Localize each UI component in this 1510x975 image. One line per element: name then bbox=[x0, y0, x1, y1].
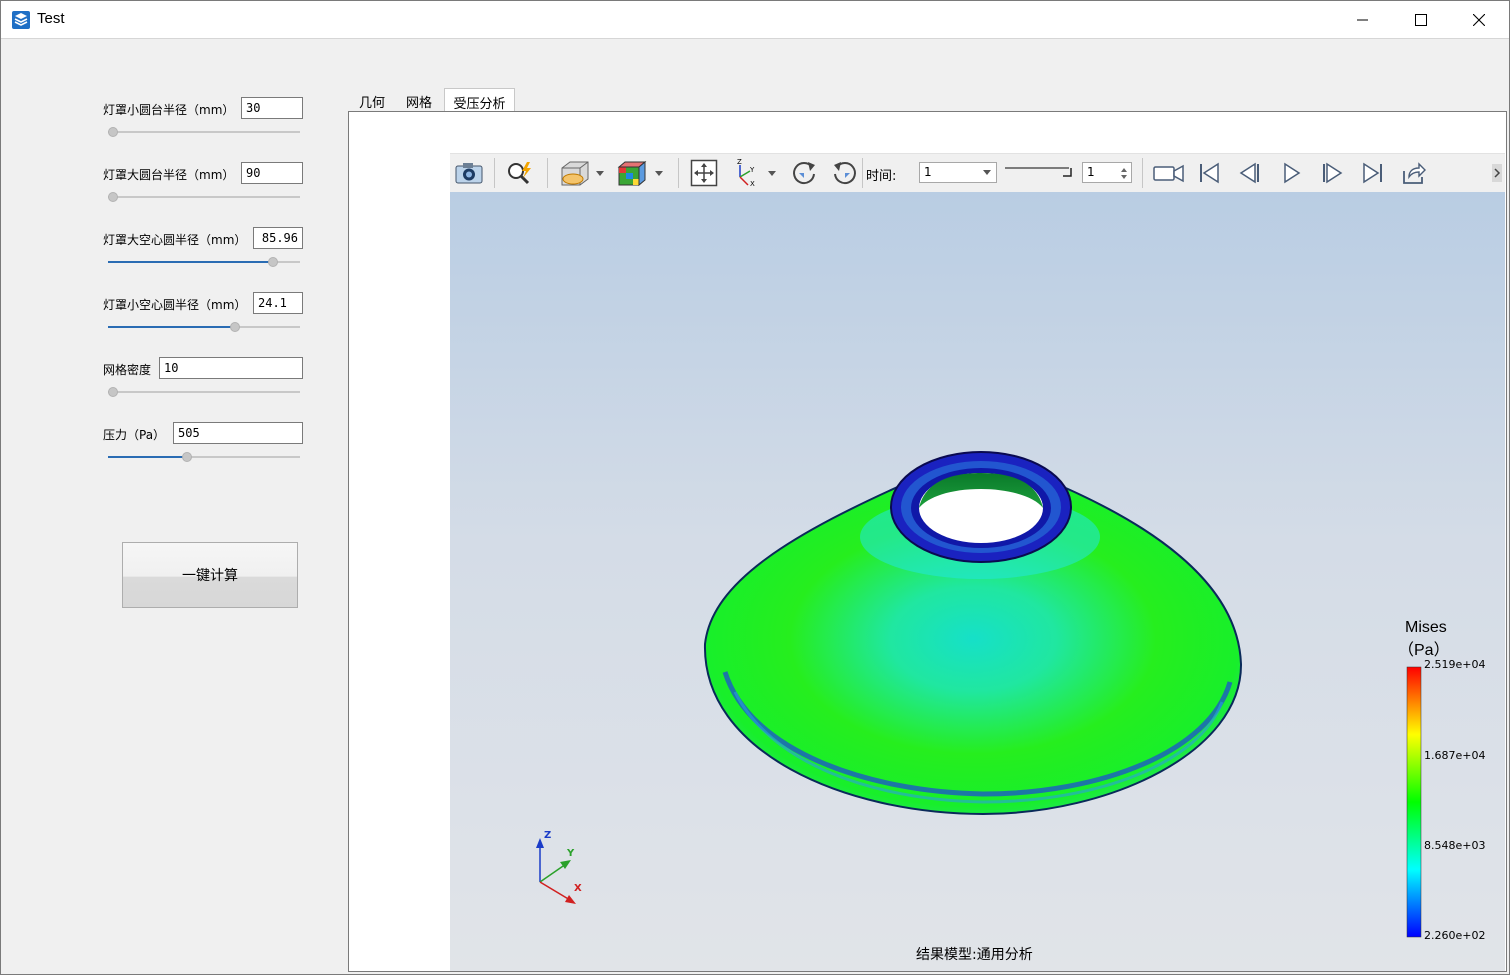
chevron-down-icon bbox=[983, 170, 991, 175]
play-icon bbox=[1284, 162, 1301, 184]
small-hollow-radius-label: 灯罩小空心圆半径（mm） bbox=[103, 298, 247, 312]
time-slider[interactable] bbox=[1005, 166, 1075, 178]
tab-geometry[interactable]: 几何 bbox=[352, 88, 392, 111]
display-mode-dropdown[interactable] bbox=[615, 159, 667, 187]
mesh-density-slider[interactable] bbox=[108, 387, 300, 397]
app-icon bbox=[12, 11, 30, 29]
tab-mesh[interactable]: 网格 bbox=[398, 88, 440, 111]
small-hollow-radius-slider[interactable] bbox=[108, 322, 300, 332]
pressure-slider[interactable] bbox=[108, 452, 300, 462]
maximize-icon bbox=[1415, 13, 1427, 26]
clip-plane-dropdown[interactable] bbox=[556, 159, 608, 187]
small-frustum-radius-input[interactable]: 30 bbox=[241, 97, 303, 119]
rotate-cw-icon bbox=[793, 162, 815, 185]
small-frustum-radius-slider[interactable] bbox=[108, 127, 300, 137]
last-frame-button[interactable] bbox=[1357, 159, 1389, 187]
small-frustum-radius-label: 灯罩小圆台半径（mm） bbox=[103, 103, 235, 117]
one-click-calculate-button[interactable]: 一键计算 bbox=[122, 542, 298, 608]
play-button[interactable] bbox=[1275, 159, 1307, 187]
result-model-label: 结果模型:通用分析 bbox=[916, 947, 1033, 963]
pressure-label: 压力（Pa） bbox=[103, 428, 166, 442]
maximize-button[interactable] bbox=[1392, 1, 1450, 38]
svg-text:Y: Y bbox=[749, 166, 755, 174]
chevron-right-icon bbox=[1492, 164, 1502, 182]
large-frustum-radius-slider[interactable] bbox=[108, 192, 300, 202]
svg-text:X: X bbox=[750, 180, 755, 187]
fit-view-icon bbox=[690, 159, 718, 187]
spin-down-icon[interactable] bbox=[1121, 175, 1127, 179]
first-frame-icon bbox=[1200, 162, 1219, 184]
previous-frame-button[interactable] bbox=[1234, 159, 1266, 187]
rotate-cw-button[interactable] bbox=[788, 159, 820, 187]
axis-view-dropdown[interactable]: ZYX bbox=[730, 159, 780, 187]
pressure-input[interactable]: 505 bbox=[173, 422, 303, 444]
query-icon bbox=[508, 162, 531, 185]
step-spinbox[interactable]: 1 bbox=[1082, 162, 1132, 183]
time-label: 时间: bbox=[866, 169, 897, 184]
query-button[interactable] bbox=[504, 159, 536, 187]
next-frame-icon bbox=[1323, 162, 1343, 184]
title-bar: Test bbox=[1, 1, 1509, 39]
step-spinbox-value: 1 bbox=[1087, 165, 1095, 179]
first-frame-button[interactable] bbox=[1193, 159, 1225, 187]
legend-mid-low-label: 8.548e+03 bbox=[1424, 839, 1486, 852]
large-frustum-radius-input[interactable]: 90 bbox=[241, 162, 303, 184]
axis-y-label: Y bbox=[567, 848, 575, 859]
minimize-icon bbox=[1357, 19, 1368, 20]
spin-up-icon[interactable] bbox=[1121, 168, 1127, 172]
axis-z-label: Z bbox=[544, 830, 552, 841]
svg-text:Z: Z bbox=[737, 159, 742, 166]
axis-view-icon: ZYX bbox=[737, 159, 776, 187]
toolbar-overflow-button[interactable] bbox=[1490, 159, 1504, 187]
lampshade-stress-model bbox=[536, 451, 1422, 938]
large-hollow-radius-slider[interactable] bbox=[108, 257, 300, 267]
rotate-ccw-icon bbox=[834, 162, 856, 185]
legend-mid-high-label: 1.687e+04 bbox=[1424, 749, 1486, 762]
rotate-ccw-button[interactable] bbox=[829, 159, 861, 187]
legend-min-label: 2.260e+02 bbox=[1424, 929, 1486, 942]
previous-frame-icon bbox=[1239, 162, 1259, 184]
tab-pressure-analysis[interactable]: 受压分析 bbox=[444, 88, 515, 112]
small-hollow-radius-input[interactable]: 24.1 bbox=[253, 292, 303, 314]
app-window: Test 灯罩小圆台半径（mm） 30 灯罩大圆台半径（mm） 90 灯罩大空心… bbox=[0, 0, 1510, 975]
fit-view-button[interactable] bbox=[688, 159, 720, 187]
minimize-button[interactable] bbox=[1334, 1, 1392, 38]
large-hollow-radius-label: 灯罩大空心圆半径（mm） bbox=[103, 233, 247, 247]
mesh-density-label: 网格密度 bbox=[103, 363, 152, 377]
3d-viewport[interactable]: Mises （Pa） 2.519e+04 1.687e+04 8.548e+03… bbox=[450, 192, 1505, 971]
close-button[interactable] bbox=[1450, 1, 1508, 38]
time-select[interactable]: 1 bbox=[919, 162, 997, 183]
display-mode-icon bbox=[617, 160, 663, 187]
legend-max-label: 2.519e+04 bbox=[1424, 658, 1486, 671]
axis-x-label: X bbox=[574, 883, 582, 894]
legend-color-bar bbox=[1406, 666, 1422, 938]
last-frame-icon bbox=[1363, 162, 1382, 184]
next-frame-button[interactable] bbox=[1316, 159, 1348, 187]
close-icon bbox=[1473, 13, 1485, 26]
record-video-icon bbox=[1153, 164, 1184, 183]
camera-icon bbox=[455, 163, 483, 184]
mesh-density-input[interactable]: 10 bbox=[159, 357, 303, 379]
large-hollow-radius-input[interactable]: 85.96 bbox=[253, 227, 303, 249]
large-frustum-radius-label: 灯罩大圆台半径（mm） bbox=[103, 168, 235, 182]
legend-title: Mises bbox=[1405, 619, 1447, 636]
export-button[interactable] bbox=[1398, 159, 1430, 187]
window-title: Test bbox=[37, 10, 65, 27]
clip-plane-icon bbox=[561, 161, 604, 186]
viewer-toolbar: ZYX 时间: 1 1 bbox=[450, 153, 1505, 193]
record-video-button[interactable] bbox=[1152, 159, 1186, 187]
legend-unit: （Pa） bbox=[1398, 642, 1450, 659]
time-select-value: 1 bbox=[924, 165, 932, 179]
export-icon bbox=[1403, 162, 1426, 184]
screenshot-button[interactable] bbox=[453, 159, 485, 187]
